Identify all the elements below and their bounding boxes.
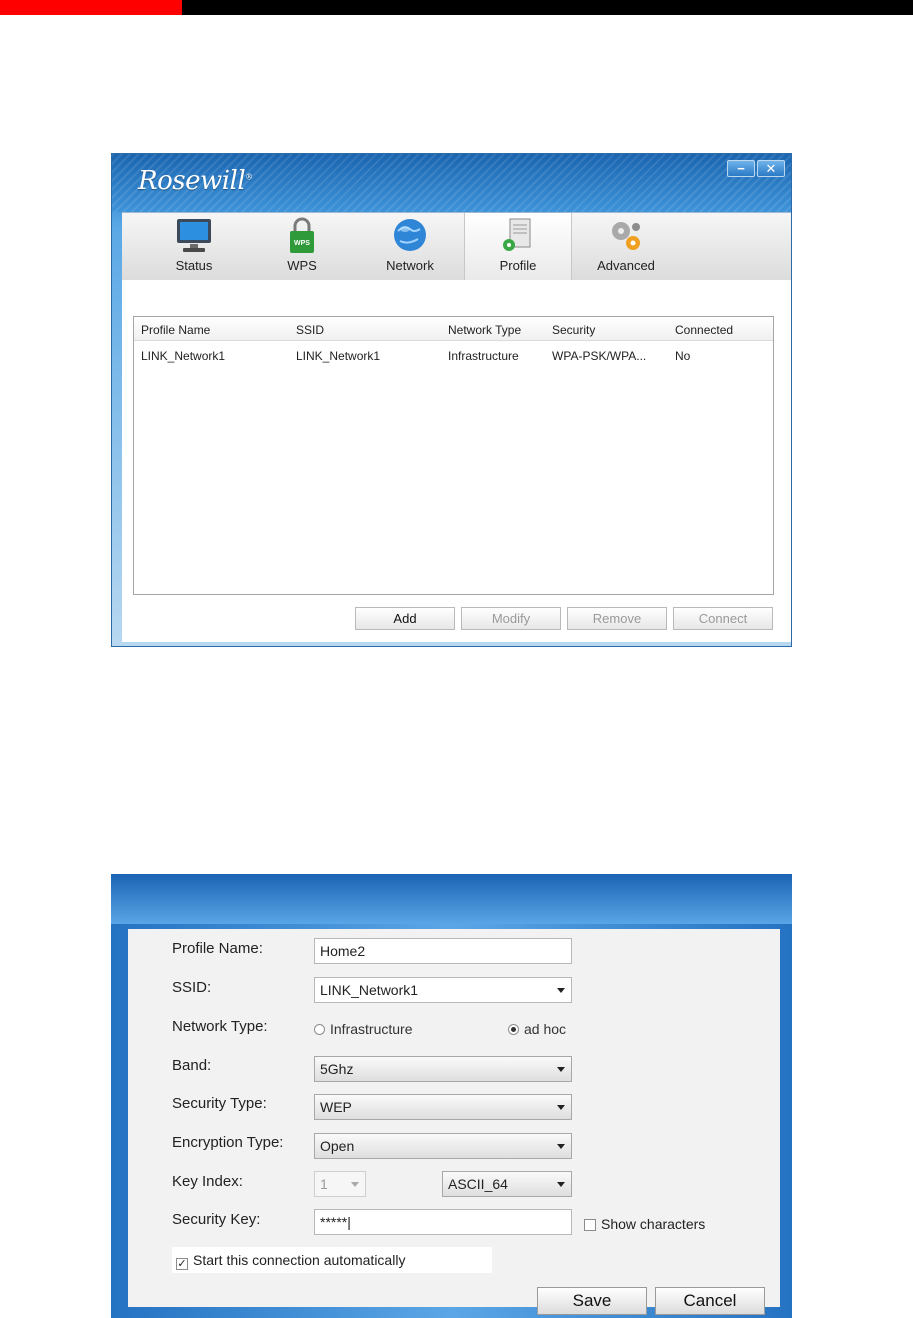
page-header-bar (0, 0, 913, 15)
radio-infrastructure[interactable]: Infrastructure (314, 1021, 412, 1037)
globe-icon (390, 217, 430, 255)
network-type-label: Network Type: (172, 1018, 268, 1035)
encryption-type-select[interactable]: Open (314, 1133, 572, 1159)
chevron-down-icon (557, 1067, 565, 1072)
encryption-type-label: Encryption Type: (172, 1134, 284, 1151)
cell-connected: No (675, 349, 691, 363)
close-button[interactable]: ✕ (757, 160, 785, 177)
minimize-button[interactable]: − (727, 160, 755, 177)
ssid-combobox[interactable]: LINK_Network1 (314, 977, 572, 1003)
save-button[interactable]: Save (537, 1287, 647, 1315)
profile-manager-window: Rosewill® − ✕ Status WPS WPS Network Pro… (111, 153, 792, 647)
wps-lock-icon: WPS (282, 217, 322, 255)
ssid-value: LINK_Network1 (320, 982, 419, 998)
auto-connect-row: ✓ Start this connection automatically (172, 1247, 492, 1273)
radio-adhoc-indicator[interactable] (508, 1024, 519, 1035)
chevron-down-icon (557, 1105, 565, 1110)
column-header-profile-name[interactable]: Profile Name (141, 323, 210, 337)
table-header: Profile Name SSID Network Type Security … (134, 317, 773, 341)
tab-advanced[interactable]: Advanced (572, 213, 680, 281)
gears-icon (606, 217, 646, 255)
security-key-input[interactable]: *****| (314, 1209, 572, 1235)
cancel-button[interactable]: Cancel (655, 1287, 765, 1315)
chevron-down-icon (351, 1182, 359, 1187)
svg-text:WPS: WPS (294, 240, 310, 247)
tab-network[interactable]: Network (356, 213, 464, 281)
profile-form: Profile Name: Home2 SSID: LINK_Network1 … (128, 929, 780, 1315)
show-characters-checkbox[interactable]: Show characters (584, 1216, 705, 1232)
column-header-connected[interactable]: Connected (675, 323, 733, 337)
cell-security: WPA-PSK/WPA... (552, 349, 647, 363)
profile-table: Profile Name SSID Network Type Security … (133, 316, 774, 595)
chevron-down-icon (557, 1182, 565, 1187)
band-select[interactable]: 5Ghz (314, 1056, 572, 1082)
security-type-label: Security Type: (172, 1095, 267, 1112)
page-header-accent (0, 0, 182, 15)
cell-profile-name: LINK_Network1 (141, 349, 226, 363)
tab-profile[interactable]: Profile (464, 213, 572, 281)
monitor-icon (174, 217, 214, 255)
tab-wps[interactable]: WPS WPS (248, 213, 356, 281)
table-row[interactable]: LINK_Network1 LINK_Network1 Infrastructu… (134, 343, 773, 367)
column-header-security[interactable]: Security (552, 323, 595, 337)
tab-bar: Status WPS WPS Network Profile Advanced (122, 212, 791, 281)
chevron-down-icon[interactable] (557, 988, 565, 993)
tab-status[interactable]: Status (140, 213, 248, 281)
window-titlebar: Rosewill® − ✕ (112, 154, 791, 212)
profile-panel: Profile Name SSID Network Type Security … (122, 280, 791, 642)
show-characters-box[interactable] (584, 1219, 596, 1231)
auto-connect-checkbox[interactable]: ✓ Start this connection automatically (176, 1252, 405, 1270)
radio-adhoc[interactable]: ad hoc (508, 1021, 566, 1037)
modify-button[interactable]: Modify (461, 607, 561, 630)
cell-network-type: Infrastructure (448, 349, 519, 363)
add-button[interactable]: Add (355, 607, 455, 630)
key-index-select[interactable]: 1 (314, 1171, 366, 1197)
column-header-ssid[interactable]: SSID (296, 323, 324, 337)
band-label: Band: (172, 1057, 212, 1074)
window-header-band (111, 874, 792, 924)
ssid-label: SSID: (172, 979, 212, 996)
profile-name-input[interactable]: Home2 (314, 938, 572, 964)
cell-ssid: LINK_Network1 (296, 349, 381, 363)
security-key-label: Security Key: (172, 1211, 261, 1228)
profile-edit-window: Profile Name: Home2 SSID: LINK_Network1 … (111, 874, 792, 1318)
rosewill-logo: Rosewill® (138, 166, 253, 196)
remove-button[interactable]: Remove (567, 607, 667, 630)
key-index-label: Key Index: (172, 1173, 243, 1190)
connect-button[interactable]: Connect (673, 607, 773, 630)
security-type-select[interactable]: WEP (314, 1094, 572, 1120)
profile-icon (498, 217, 538, 255)
profile-name-label: Profile Name: (172, 940, 263, 957)
check-icon[interactable]: ✓ (176, 1258, 188, 1270)
column-header-network-type[interactable]: Network Type (448, 323, 521, 337)
chevron-down-icon (557, 1144, 565, 1149)
key-format-select[interactable]: ASCII_64 (442, 1171, 572, 1197)
radio-infrastructure-indicator[interactable] (314, 1024, 325, 1035)
